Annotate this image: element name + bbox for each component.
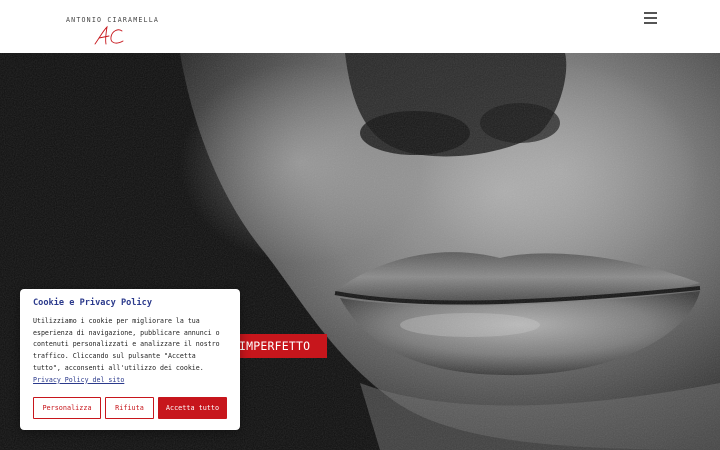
cookie-consent-dialog: Cookie e Privacy Policy Utilizziamo i co… [20,289,240,430]
cookie-description: Utilizziamo i cookie per migliorare la t… [33,317,220,372]
accept-all-button[interactable]: Accetta tutto [158,397,227,419]
logo-name: ANTONIO CIARAMELLA [66,16,160,24]
reject-button[interactable]: Rifiuta [105,397,154,419]
site-header: ANTONIO CIARAMELLA [0,0,720,53]
customize-button[interactable]: Personalizza [33,397,101,419]
cookie-dialog-title: Cookie e Privacy Policy [33,298,152,308]
site-logo[interactable]: ANTONIO CIARAMELLA [66,14,158,46]
logo-signature-icon [94,25,124,45]
cookie-dialog-text: Utilizziamo i cookie per migliorare la t… [33,316,227,386]
privacy-policy-link[interactable]: Privacy Policy del sito [33,376,124,384]
hamburger-menu-icon[interactable] [644,12,658,24]
hero-tagline: IMPERFETTO [229,334,327,358]
cookie-button-row: Personalizza Rifiuta Accetta tutto [33,397,227,419]
